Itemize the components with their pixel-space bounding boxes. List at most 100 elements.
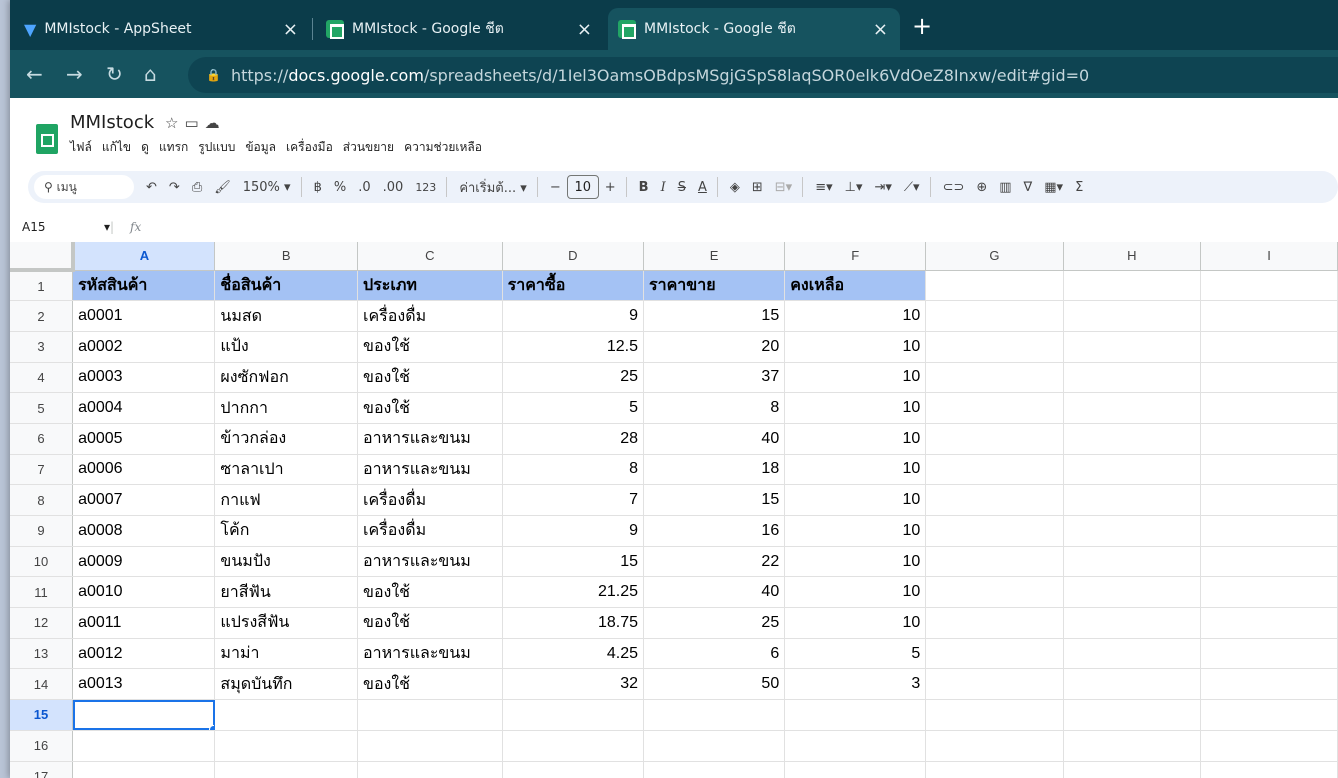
cell[interactable]: อาหารและขนม [357,423,503,455]
tab-appsheet[interactable]: ▼ MMIstock - AppSheet × [10,8,310,50]
menu-help[interactable]: ความช่วยเหลือ [404,138,482,157]
cell[interactable] [925,761,1064,778]
cell[interactable]: ขนมปัง [214,546,358,578]
cell[interactable]: 10 [784,515,927,547]
address-bar[interactable]: 🔒 https://docs.google.com/spreadsheets/d… [188,57,1338,93]
cell[interactable]: 18.75 [502,607,645,639]
cell[interactable] [1200,270,1338,302]
cell[interactable] [925,392,1064,424]
star-icon[interactable]: ☆ [165,114,184,132]
cell[interactable] [925,576,1064,609]
menu-search[interactable]: ⚲ เมนู [34,175,134,199]
column-header-e[interactable]: E [643,242,786,271]
zoom-select[interactable]: 150% ▾ [243,180,291,195]
cell[interactable] [925,362,1064,394]
cell[interactable] [1200,331,1338,363]
cell[interactable]: 10 [784,423,927,455]
cell[interactable]: a0005 [72,423,216,455]
row-header[interactable]: 7 [10,454,74,486]
cell[interactable] [502,730,645,762]
cell[interactable] [1063,546,1202,578]
cell[interactable] [784,730,927,762]
cell[interactable] [925,331,1064,363]
cell[interactable] [1200,546,1338,578]
cell[interactable] [925,423,1064,455]
move-folder-icon[interactable]: ▭ [184,114,204,132]
cell[interactable]: ปากกา [214,392,358,424]
cell[interactable]: ซาลาเปา [214,454,358,486]
cell[interactable]: a0003 [72,362,216,394]
cell[interactable] [1063,331,1202,363]
cell[interactable] [1200,761,1338,778]
cell[interactable]: ของใช้ [357,668,503,701]
cell[interactable] [1200,454,1338,486]
menu-insert[interactable]: แทรก [159,138,188,157]
currency-button[interactable]: ฿ [314,180,322,195]
cell[interactable]: a0007 [72,484,216,516]
cell[interactable] [1063,638,1202,670]
cell[interactable] [925,515,1064,547]
row-header[interactable]: 14 [10,668,74,701]
cell[interactable]: 4.25 [502,638,645,670]
cell[interactable]: ผงซักฟอก [214,362,358,394]
cell[interactable]: อาหารและขนม [357,454,503,486]
text-wrap-icon[interactable]: ⇥▾ [874,180,891,195]
cell[interactable]: เครื่องดื่ม [357,300,503,332]
row-header[interactable]: 15 [10,699,74,731]
cell[interactable] [1063,300,1202,332]
cell[interactable]: 18 [643,454,786,486]
cell[interactable] [1200,576,1338,609]
active-cell[interactable] [72,699,216,731]
cell[interactable] [1063,392,1202,424]
borders-icon[interactable]: ⊞ [752,180,763,195]
cell[interactable]: โค้ก [214,515,358,547]
cell[interactable] [925,484,1064,516]
cell[interactable]: ของใช้ [357,576,503,609]
cell[interactable]: a0011 [72,607,216,639]
home-icon[interactable]: ⌂ [144,62,157,86]
cell[interactable]: 50 [643,668,786,701]
bold-button[interactable]: B [639,180,649,195]
insert-link-icon[interactable]: ⊂⊃ [943,180,965,195]
cell[interactable]: ของใช้ [357,331,503,363]
cell[interactable]: a0012 [72,638,216,670]
cell[interactable] [1063,576,1202,609]
cell[interactable]: 10 [784,607,927,639]
cloud-status-icon[interactable]: ☁ [205,114,226,132]
cell[interactable] [1063,484,1202,516]
increase-decimal-button[interactable]: .00 [383,180,404,195]
cell[interactable] [1200,423,1338,455]
cell[interactable]: a0004 [72,392,216,424]
close-icon[interactable]: × [577,19,592,40]
cell[interactable]: 7 [502,484,645,516]
cell[interactable]: 10 [784,454,927,486]
cell[interactable]: แปรงสีฟัน [214,607,358,639]
cell[interactable]: ยาสีฟัน [214,576,358,609]
reload-icon[interactable]: ↻ [106,62,123,86]
cell[interactable] [214,730,358,762]
column-header-c[interactable]: C [357,242,503,271]
row-header[interactable]: 2 [10,300,74,332]
new-tab-icon[interactable]: + [912,12,932,40]
menu-data[interactable]: ข้อมูล [245,138,276,157]
cell[interactable]: 9 [502,300,645,332]
insert-chart-icon[interactable]: ▥ [999,180,1011,195]
row-header[interactable]: 16 [10,730,74,762]
cell[interactable] [925,454,1064,486]
cell[interactable]: 21.25 [502,576,645,609]
header-cell[interactable]: ราคาซื้อ [502,270,645,302]
cell[interactable]: สมุดบันทึก [214,668,358,701]
cell[interactable] [357,730,503,762]
cell[interactable]: อาหารและขนม [357,546,503,578]
font-size-increase-button[interactable]: + [605,180,616,195]
cell[interactable] [925,668,1064,701]
cell[interactable] [1063,699,1202,731]
cell[interactable]: a0008 [72,515,216,547]
document-title[interactable]: MMIstock [70,112,154,133]
cell[interactable]: 8 [502,454,645,486]
cell[interactable]: ของใช้ [357,607,503,639]
horizontal-align-icon[interactable]: ≡▾ [815,180,832,195]
menu-extensions[interactable]: ส่วนขยาย [343,138,394,157]
cell[interactable]: 10 [784,484,927,516]
cell[interactable] [643,761,786,778]
